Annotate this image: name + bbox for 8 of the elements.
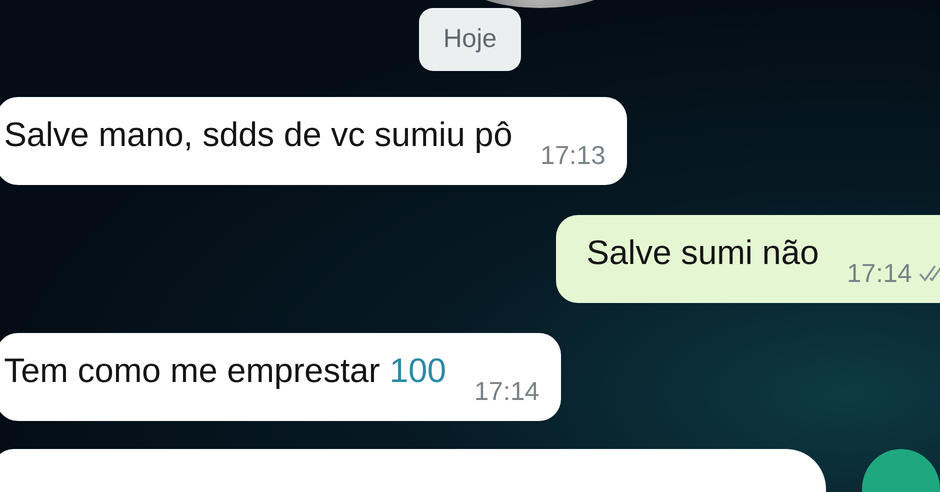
message-text: Salve mano, sdds de vc sumiu pô — [4, 116, 512, 156]
message-text: Salve sumi não — [586, 234, 819, 274]
message-time: 17:14 — [846, 258, 912, 289]
message-time: 17:13 — [540, 140, 606, 171]
number-link[interactable]: 100 — [389, 352, 446, 390]
date-chip: Hoje — [419, 8, 521, 71]
message-text: Tem como me emprestar 100 — [4, 352, 446, 392]
message-time: 17:14 — [474, 376, 540, 407]
